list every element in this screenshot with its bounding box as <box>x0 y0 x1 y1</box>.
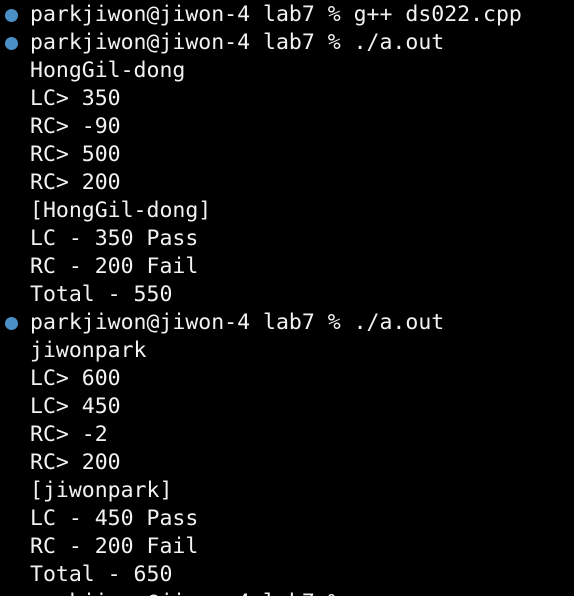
command-text: parkjiwon@jiwon-4 lab7 % ./a.out <box>30 310 445 335</box>
output-line: LC - 450 Pass <box>0 505 522 533</box>
terminal-output: parkjiwon@jiwon-4 lab7 % g++ ds022.cpp pa… <box>0 1 522 596</box>
terminal-window[interactable]: parkjiwon@jiwon-4 lab7 % g++ ds022.cpp pa… <box>0 0 574 596</box>
output-text: LC - 450 Pass <box>30 506 199 531</box>
output-text: jiwonpark <box>30 338 147 363</box>
output-line: Total - 550 <box>0 281 522 309</box>
output-text: RC> 200 <box>30 170 121 195</box>
command-text: parkjiwon@jiwon-4 lab7 % <box>30 590 354 596</box>
command-status-dot-icon[interactable] <box>5 9 18 22</box>
output-text: [jiwonpark] <box>30 478 173 503</box>
output-line: [jiwonpark] <box>0 477 522 505</box>
prompt-line: parkjiwon@jiwon-4 lab7 % ./a.out <box>0 29 522 57</box>
output-line: RC> 200 <box>0 169 522 197</box>
output-line: RC> -90 <box>0 113 522 141</box>
output-line: [HongGil-dong] <box>0 197 522 225</box>
output-text: LC> 450 <box>30 394 121 419</box>
output-line: RC - 200 Fail <box>0 533 522 561</box>
output-line: LC> 450 <box>0 393 522 421</box>
output-text: RC - 200 Fail <box>30 254 199 279</box>
command-status-dot-icon[interactable] <box>5 317 18 330</box>
output-text: RC> 200 <box>30 450 121 475</box>
output-text: [HongGil-dong] <box>30 198 212 223</box>
output-text: Total - 650 <box>30 562 173 587</box>
output-text: HongGil-dong <box>30 58 186 83</box>
output-line: Total - 650 <box>0 561 522 589</box>
command-text: parkjiwon@jiwon-4 lab7 % ./a.out <box>30 30 445 55</box>
output-text: LC> 600 <box>30 366 121 391</box>
output-text: RC> -2 <box>30 422 108 447</box>
output-line: LC - 350 Pass <box>0 225 522 253</box>
output-line: LC> 350 <box>0 85 522 113</box>
output-line: HongGil-dong <box>0 57 522 85</box>
output-text: LC> 350 <box>30 86 121 111</box>
output-line: RC> 500 <box>0 141 522 169</box>
output-line: RC> -2 <box>0 421 522 449</box>
output-line: LC> 600 <box>0 365 522 393</box>
prompt-line: parkjiwon@jiwon-4 lab7 % ./a.out <box>0 309 522 337</box>
output-text: Total - 550 <box>30 282 173 307</box>
output-text: RC> -90 <box>30 114 121 139</box>
output-line: RC - 200 Fail <box>0 253 522 281</box>
output-text: RC - 200 Fail <box>30 534 199 559</box>
prompt-line: parkjiwon@jiwon-4 lab7 % <box>0 589 522 596</box>
output-text: RC> 500 <box>30 142 121 167</box>
prompt-line: parkjiwon@jiwon-4 lab7 % g++ ds022.cpp <box>0 1 522 29</box>
output-line: RC> 200 <box>0 449 522 477</box>
output-line: jiwonpark <box>0 337 522 365</box>
command-text: parkjiwon@jiwon-4 lab7 % g++ ds022.cpp <box>30 2 522 27</box>
output-text: LC - 350 Pass <box>30 226 199 251</box>
command-status-dot-icon[interactable] <box>5 37 18 50</box>
